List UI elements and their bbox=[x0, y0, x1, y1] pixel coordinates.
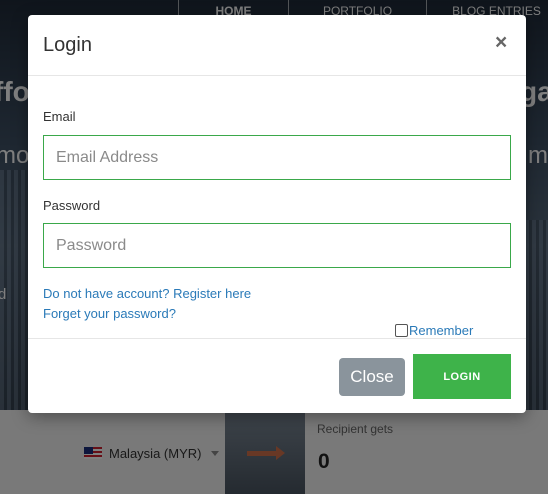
modal-footer-divider bbox=[28, 338, 526, 339]
modal-header: Login × bbox=[28, 15, 526, 76]
email-field[interactable] bbox=[43, 135, 511, 180]
login-modal: Login × Email Password Do not have accou… bbox=[28, 15, 526, 413]
remember-me[interactable]: Remember bbox=[395, 323, 473, 338]
modal-title: Login bbox=[43, 34, 92, 56]
password-field[interactable] bbox=[43, 223, 511, 268]
login-button[interactable]: LOGIN bbox=[413, 354, 511, 399]
password-label: Password bbox=[43, 198, 101, 213]
close-icon[interactable]: × bbox=[495, 31, 507, 55]
remember-checkbox[interactable] bbox=[395, 324, 408, 337]
remember-label[interactable]: Remember bbox=[409, 323, 473, 338]
forgot-password-link[interactable]: Forget your password? bbox=[43, 306, 176, 321]
register-link[interactable]: Do not have account? Register here bbox=[43, 286, 251, 301]
email-label: Email bbox=[43, 109, 76, 124]
close-button[interactable]: Close bbox=[339, 358, 405, 396]
